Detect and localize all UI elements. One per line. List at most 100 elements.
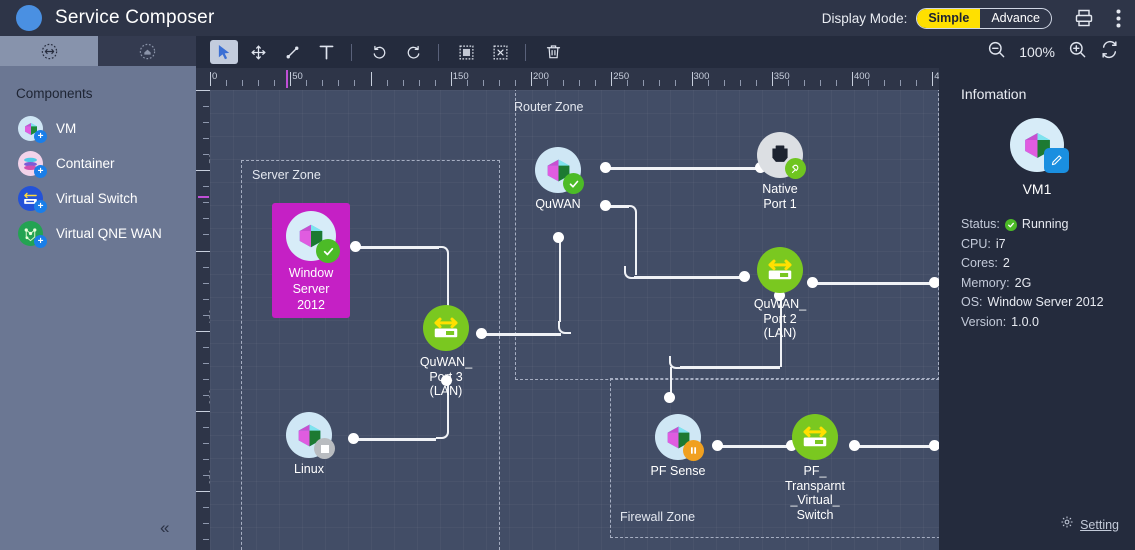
link-endpoint[interactable] <box>348 433 359 444</box>
display-mode-toggle[interactable]: Simple Advance <box>916 8 1052 29</box>
component-item-vm[interactable]: + VM <box>0 111 196 146</box>
refresh-icon[interactable] <box>1100 40 1119 64</box>
text-tool-button[interactable] <box>312 40 340 64</box>
ruler-corner <box>196 68 210 90</box>
select-tool-button[interactable] <box>210 40 238 64</box>
node-label: QuWAN <box>535 197 580 212</box>
sidebar-collapse-button[interactable]: « <box>160 518 169 538</box>
info-key: OS: <box>961 293 983 313</box>
line-tool-button[interactable] <box>278 40 306 64</box>
link-endpoint[interactable] <box>807 277 818 288</box>
node-pf-sense[interactable]: PF Sense <box>655 414 701 460</box>
ruler-tick <box>579 80 580 86</box>
node-pf-transparent-virtual-switch[interactable]: PF_Transparnt_Virtual_Switch <box>792 414 838 460</box>
select-all-button[interactable] <box>452 40 480 64</box>
ruler-marker <box>198 196 209 198</box>
add-badge-icon: + <box>34 200 47 213</box>
node-label: QuWAN_Port 2(LAN) <box>754 297 806 341</box>
node-window-server-2012[interactable]: WindowServer2012 <box>272 203 350 318</box>
link-endpoint[interactable] <box>600 200 611 211</box>
display-mode-advance[interactable]: Advance <box>980 9 1051 28</box>
ruler-tick <box>419 80 420 86</box>
zoom-in-icon[interactable] <box>1068 40 1087 64</box>
link-endpoint[interactable] <box>664 392 675 403</box>
component-item-virtual-qne-wan[interactable]: + Virtual QNE WAN <box>0 216 196 251</box>
ruler-tick <box>836 80 837 86</box>
info-value: Window Server 2012 <box>988 293 1104 313</box>
ruler-tick <box>467 80 468 86</box>
ruler-tick <box>403 80 404 86</box>
zone-label-server: Server Zone <box>252 168 321 182</box>
horizontal-ruler[interactable]: 050150200250300350400450 <box>210 68 939 90</box>
setting-link[interactable]: Setting <box>1060 515 1119 534</box>
node-quwan-port-2[interactable]: QuWAN_Port 2(LAN) <box>757 247 803 293</box>
ruler-tick <box>196 411 210 412</box>
ruler-tick <box>708 80 709 86</box>
add-badge-icon: + <box>34 165 47 178</box>
sidebar-tab-home[interactable] <box>98 36 196 66</box>
edit-pencil-icon[interactable] <box>1044 148 1069 173</box>
info-key: Memory: <box>961 274 1010 294</box>
link-endpoint[interactable] <box>553 232 564 243</box>
status-check-icon <box>1005 219 1017 231</box>
zoom-out-icon[interactable] <box>987 40 1006 64</box>
gear-icon <box>1060 515 1074 534</box>
sidebar-tabs <box>0 36 196 66</box>
link-segment <box>855 445 935 448</box>
node-linux[interactable]: Linux <box>286 412 332 458</box>
component-label: VM <box>56 121 76 136</box>
node-label: PF_Transparnt_Virtual_Switch <box>785 464 845 522</box>
link-endpoint[interactable] <box>849 440 860 451</box>
move-tool-button[interactable] <box>244 40 272 64</box>
link-endpoint[interactable] <box>739 271 750 282</box>
vm-cube-icon: + <box>18 116 43 141</box>
ruler-tick <box>788 80 789 86</box>
node-native-port-1[interactable]: NativePort 1 <box>757 132 803 178</box>
virtual-switch-icon <box>423 305 469 351</box>
sidebar-tab-network[interactable] <box>0 36 98 66</box>
ruler-tick <box>675 80 676 86</box>
status-badge-connected <box>785 158 806 179</box>
node-quwan[interactable]: QuWAN <box>535 147 581 193</box>
display-mode-simple[interactable]: Simple <box>917 9 980 28</box>
redo-button[interactable] <box>399 40 427 64</box>
ruler-tick <box>203 299 209 300</box>
link-corner <box>558 321 571 334</box>
node-quwan-port-3[interactable]: QuWAN_Port 3(LAN) <box>423 305 469 351</box>
ruler-tick <box>515 80 516 86</box>
link-endpoint[interactable] <box>600 162 611 173</box>
ruler-tick <box>203 106 209 107</box>
ruler-tick <box>756 80 757 86</box>
zoom-controls: 100% <box>987 40 1135 64</box>
sidebar: Components + VM <box>0 36 196 550</box>
ruler-tick <box>258 80 259 86</box>
component-item-virtual-switch[interactable]: + Virtual Switch <box>0 181 196 216</box>
ruler-tick <box>868 80 869 86</box>
info-value: 1.0.0 <box>1011 313 1039 333</box>
delete-button[interactable] <box>539 40 567 64</box>
more-vertical-icon[interactable] <box>1116 9 1121 28</box>
ruler-tick <box>884 80 885 86</box>
link-endpoint[interactable] <box>476 328 487 339</box>
ruler-tick <box>338 80 339 86</box>
link-endpoint[interactable] <box>929 440 939 451</box>
status-badge-running <box>316 239 340 263</box>
add-badge-icon: + <box>34 235 47 248</box>
link-endpoint[interactable] <box>350 241 361 252</box>
print-icon[interactable] <box>1074 8 1094 28</box>
deselect-all-button[interactable] <box>486 40 514 64</box>
undo-button[interactable] <box>365 40 393 64</box>
ruler-tick <box>659 80 660 86</box>
vertical-ruler[interactable]: 0-50-150-200-250-300 <box>196 68 210 550</box>
ruler-tick <box>820 80 821 86</box>
ruler-tick <box>196 90 210 91</box>
link-endpoint[interactable] <box>929 277 939 288</box>
ruler-tick <box>322 80 323 86</box>
link-endpoint[interactable] <box>712 440 723 451</box>
zone-label-router: Router Zone <box>514 100 583 114</box>
component-item-container[interactable]: + Container <box>0 146 196 181</box>
diagram-canvas[interactable]: Server Zone Router Zone Firewall Zone <box>210 90 939 550</box>
ruler-tick <box>740 80 741 86</box>
info-vm-name: VM1 <box>939 181 1135 197</box>
link-segment <box>813 282 935 285</box>
